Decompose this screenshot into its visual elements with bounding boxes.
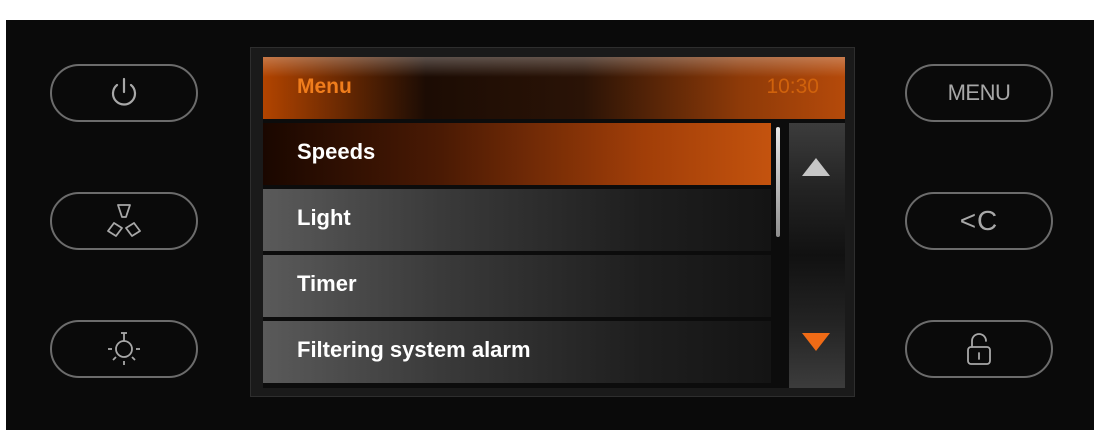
menu-button-label: MENU [947,80,1011,105]
menu-item-light[interactable]: Light [263,189,771,251]
menu-button[interactable]: MENU [905,64,1053,122]
power-icon [107,76,141,110]
fan-icon [104,201,144,241]
lock-icon [963,331,995,367]
clock-time: 10:30 [766,75,819,98]
scroll-up-icon[interactable] [802,158,830,176]
scroll-down-icon[interactable] [802,333,830,351]
menu-item-timer[interactable]: Timer [263,255,771,317]
menu-item-label: Filtering system alarm [297,337,531,362]
menu-list: Speeds Light Timer Filtering system alar… [263,123,771,387]
lock-button[interactable] [905,320,1053,378]
menu-item-speeds[interactable]: Speeds [263,123,771,185]
screen-header: Menu 10:30 [263,57,845,119]
light-bulb-icon [102,329,146,369]
fan-button[interactable] [50,192,198,250]
light-button[interactable] [50,320,198,378]
menu-item-label: Speeds [297,139,376,164]
back-clear-icon: <C [959,205,999,236]
display-screen: Menu 10:30 Speeds Light Timer Filtering … [263,57,845,388]
back-button[interactable]: <C [905,192,1053,250]
menu-item-filtering-system-alarm[interactable]: Filtering system alarm [263,321,771,383]
scrollbar-thumb[interactable] [776,127,780,237]
power-button[interactable] [50,64,198,122]
menu-item-label: Timer [297,271,357,296]
menu-item-label: Light [297,205,351,230]
page-title: Menu [297,75,352,98]
